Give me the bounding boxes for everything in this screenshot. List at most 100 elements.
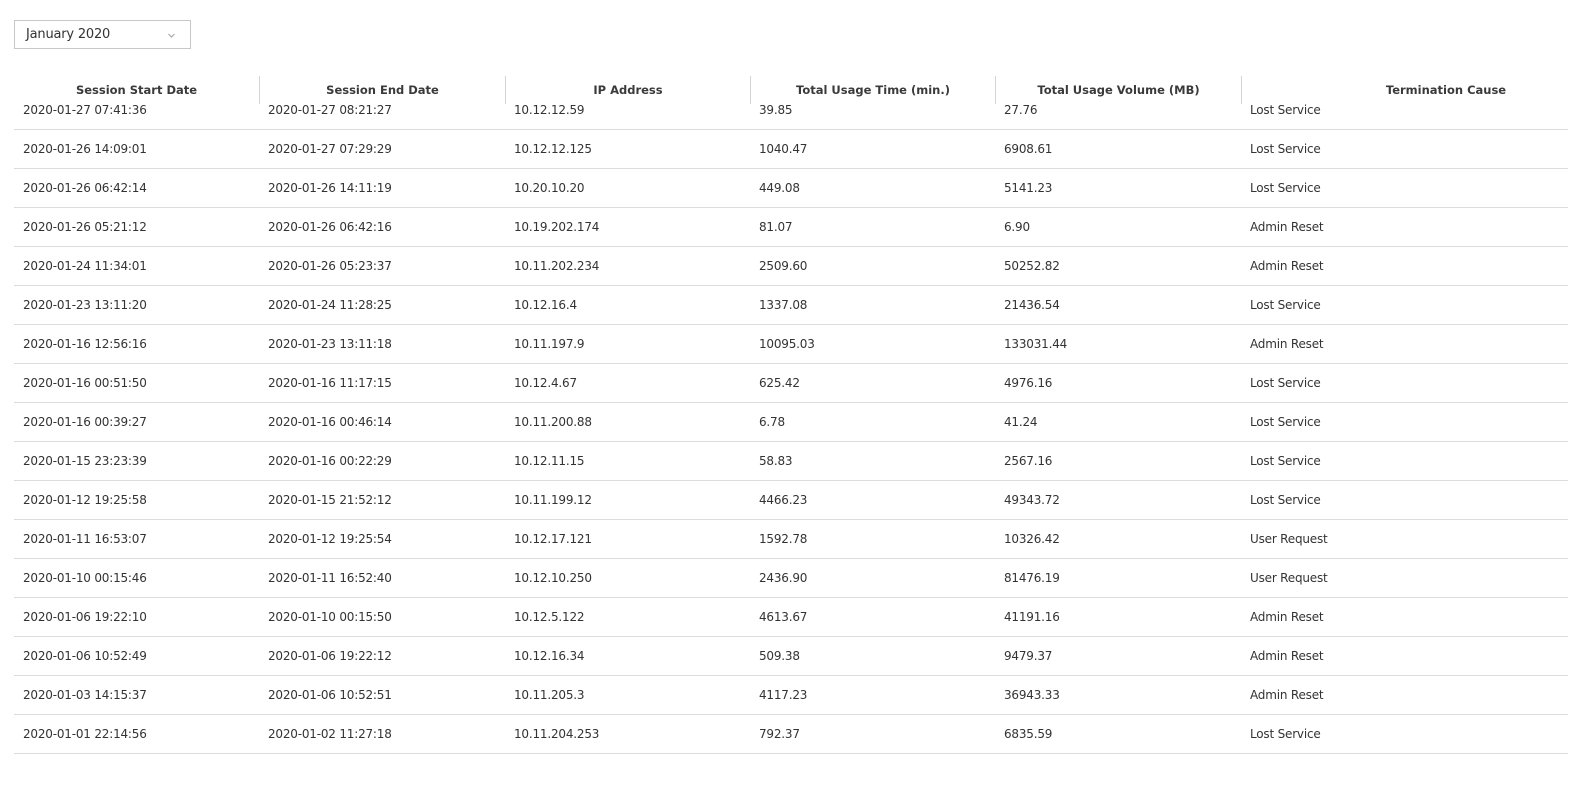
cell-termination-cause: Lost Service [1250,376,1321,390]
table-row: 2020-01-15 23:23:39 2020-01-16 00:22:29 10… [14,442,1568,481]
cell-usage-time: 58.83 [759,454,793,468]
month-select-value: January 2020 [26,27,111,42]
cell-session-end: 2020-01-02 11:27:18 [268,727,392,741]
cell-usage-volume: 4976.16 [1004,376,1053,390]
cell-ip-address: 10.11.200.88 [514,415,592,429]
cell-ip-address: 10.11.205.3 [514,688,585,702]
table-row: 2020-01-24 11:34:01 2020-01-26 05:23:37 10… [14,247,1568,286]
cell-termination-cause: Lost Service [1250,454,1321,468]
cell-termination-cause: Lost Service [1250,493,1321,507]
cell-usage-time: 10095.03 [759,337,815,351]
cell-session-end: 2020-01-27 07:29:29 [268,142,392,156]
cell-session-start: 2020-01-23 13:11:20 [23,298,147,312]
cell-usage-time: 39.85 [759,103,793,117]
cell-usage-volume: 6.90 [1004,220,1030,234]
cell-usage-volume: 41191.16 [1004,610,1060,624]
cell-session-start: 2020-01-03 14:15:37 [23,688,147,702]
table-row: 2020-01-26 14:09:01 2020-01-27 07:29:29 10… [14,130,1568,169]
cell-usage-time: 449.08 [759,181,800,195]
cell-session-end: 2020-01-26 06:42:16 [268,220,392,234]
table-row: 2020-01-16 00:51:50 2020-01-16 11:17:15 10… [14,364,1568,403]
cell-termination-cause: User Request [1250,532,1328,546]
cell-ip-address: 10.11.199.12 [514,493,592,507]
table-row: 2020-01-16 12:56:16 2020-01-23 13:11:18 10… [14,325,1568,364]
table-row: 2020-01-11 16:53:07 2020-01-12 19:25:54 10… [14,520,1568,559]
table-row: 2020-01-26 06:42:14 2020-01-26 14:11:19 10… [14,169,1568,208]
cell-usage-time: 509.38 [759,649,800,663]
cell-termination-cause: Lost Service [1250,727,1321,741]
cell-usage-time: 4613.67 [759,610,808,624]
cell-session-end: 2020-01-10 00:15:50 [268,610,392,624]
cell-session-start: 2020-01-06 19:22:10 [23,610,147,624]
cell-session-start: 2020-01-10 00:15:46 [23,571,147,585]
cell-usage-volume: 6835.59 [1004,727,1053,741]
cell-ip-address: 10.12.4.67 [514,376,577,390]
cell-session-start: 2020-01-26 06:42:14 [23,181,147,195]
cell-ip-address: 10.12.16.34 [514,649,585,663]
cell-ip-address: 10.12.11.15 [514,454,585,468]
column-header-usage-volume[interactable]: Total Usage Volume (MB) [995,76,1241,104]
cell-termination-cause: Lost Service [1250,103,1321,117]
cell-usage-volume: 133031.44 [1004,337,1068,351]
cell-usage-volume: 81476.19 [1004,571,1060,585]
cell-session-start: 2020-01-16 00:39:27 [23,415,147,429]
cell-usage-volume: 2567.16 [1004,454,1053,468]
cell-usage-volume: 49343.72 [1004,493,1060,507]
cell-ip-address: 10.12.17.121 [514,532,592,546]
cell-session-end: 2020-01-26 14:11:19 [268,181,392,195]
cell-usage-time: 81.07 [759,220,793,234]
cell-session-start: 2020-01-16 12:56:16 [23,337,147,351]
cell-session-end: 2020-01-16 00:22:29 [268,454,392,468]
cell-termination-cause: Admin Reset [1250,259,1324,273]
cell-ip-address: 10.11.202.234 [514,259,600,273]
table-row: 2020-01-16 00:39:27 2020-01-16 00:46:14 10… [14,403,1568,442]
cell-session-start: 2020-01-11 16:53:07 [23,532,147,546]
cell-session-start: 2020-01-15 23:23:39 [23,454,147,468]
cell-termination-cause: Admin Reset [1250,649,1324,663]
cell-session-end: 2020-01-06 19:22:12 [268,649,392,663]
cell-usage-volume: 36943.33 [1004,688,1060,702]
table-row: 2020-01-03 14:15:37 2020-01-06 10:52:51 10… [14,676,1568,715]
chevron-down-icon [168,33,175,38]
cell-usage-time: 4466.23 [759,493,808,507]
cell-usage-time: 2436.90 [759,571,808,585]
cell-session-end: 2020-01-12 19:25:54 [268,532,392,546]
table-row: 2020-01-12 19:25:58 2020-01-15 21:52:12 10… [14,481,1568,520]
cell-session-end: 2020-01-24 11:28:25 [268,298,392,312]
cell-termination-cause: Admin Reset [1250,220,1324,234]
cell-session-end: 2020-01-06 10:52:51 [268,688,392,702]
cell-session-start: 2020-01-26 14:09:01 [23,142,147,156]
cell-session-start: 2020-01-06 10:52:49 [23,649,147,663]
table-row: 2020-01-26 05:21:12 2020-01-26 06:42:16 10… [14,208,1568,247]
month-select[interactable]: January 2020 [14,20,191,49]
cell-ip-address: 10.12.16.4 [514,298,577,312]
cell-termination-cause: Admin Reset [1250,337,1324,351]
column-header-usage-time[interactable]: Total Usage Time (min.) [750,76,995,104]
cell-session-end: 2020-01-27 08:21:27 [268,103,392,117]
table-row: 2020-01-06 10:52:49 2020-01-06 19:22:12 10… [14,637,1568,676]
cell-usage-time: 625.42 [759,376,800,390]
cell-ip-address: 10.12.12.59 [514,103,585,117]
cell-termination-cause: User Request [1250,571,1328,585]
column-header-ip-address[interactable]: IP Address [505,76,750,104]
cell-session-end: 2020-01-26 05:23:37 [268,259,392,273]
cell-ip-address: 10.19.202.174 [514,220,600,234]
cell-termination-cause: Lost Service [1250,298,1321,312]
cell-termination-cause: Lost Service [1250,415,1321,429]
column-header-session-end[interactable]: Session End Date [259,76,505,104]
cell-ip-address: 10.11.204.253 [514,727,600,741]
table-row: 2020-01-23 13:11:20 2020-01-24 11:28:25 10… [14,286,1568,325]
cell-usage-volume: 10326.42 [1004,532,1060,546]
column-header-termination-cause[interactable]: Termination Cause [1241,76,1578,104]
table-row: 2020-01-06 19:22:10 2020-01-10 00:15:50 10… [14,598,1568,637]
cell-usage-volume: 27.76 [1004,103,1038,117]
cell-usage-time: 4117.23 [759,688,808,702]
table-row: 2020-01-01 22:14:56 2020-01-02 11:27:18 10… [14,715,1568,754]
cell-usage-volume: 41.24 [1004,415,1038,429]
cell-ip-address: 10.12.12.125 [514,142,592,156]
column-header-session-start[interactable]: Session Start Date [14,76,259,104]
cell-termination-cause: Admin Reset [1250,610,1324,624]
table-header: Session Start Date Session End Date IP A… [14,76,1568,104]
sessions-table: Session Start Date Session End Date IP A… [14,76,1568,754]
cell-ip-address: 10.12.10.250 [514,571,592,585]
